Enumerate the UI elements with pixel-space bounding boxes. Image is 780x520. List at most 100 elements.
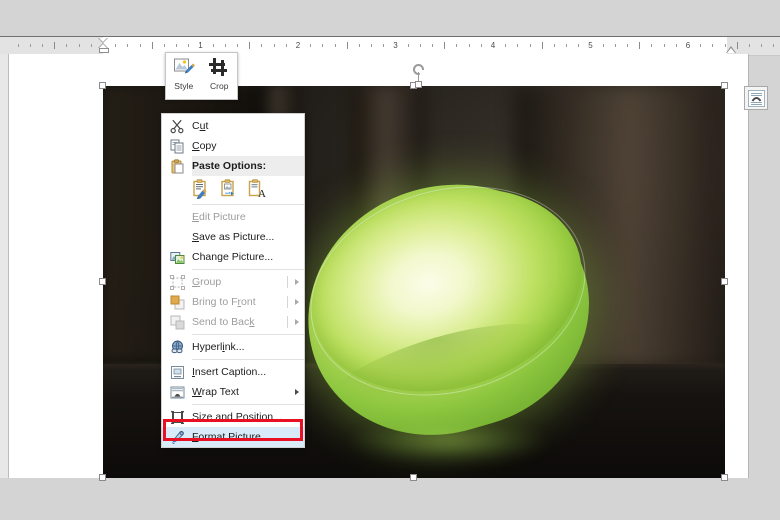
resize-handle-bottom-center[interactable]	[410, 474, 417, 481]
resize-handle-top-left[interactable]	[99, 82, 106, 89]
context-menu-item-group[interactable]: Group	[162, 272, 304, 292]
paste-keep-source-icon[interactable]	[192, 179, 210, 199]
context-menu-separator-1	[192, 204, 304, 205]
ruler-minor-tick	[432, 44, 434, 47]
ruler-minor-tick	[529, 44, 531, 47]
context-menu-separator-3	[192, 334, 304, 335]
context-menu-paste-option-buttons[interactable]: A	[162, 176, 304, 202]
ruler-minor-tick	[748, 44, 750, 47]
ruler-minor-tick	[212, 44, 214, 47]
ruler-half-inch-tick	[151, 42, 153, 49]
mini-toolbar-style-button[interactable]: Style	[166, 53, 202, 99]
ruler-minor-tick	[602, 44, 604, 47]
bring-to-front-icon	[162, 292, 192, 312]
context-menu-separator-2	[192, 269, 304, 270]
context-menu-submenu-divider	[287, 316, 288, 328]
picture-style-icon	[173, 57, 195, 79]
context-menu-item-size-and-position[interactable]: Size and Position...	[162, 407, 304, 427]
mini-toolbar-style-label: Style	[174, 81, 194, 91]
ruler-minor-tick	[42, 44, 44, 47]
resize-handle-middle-right[interactable]	[721, 278, 728, 285]
context-menu-item-hyperlink-label: Hyperlink...	[192, 341, 245, 353]
context-menu-item-bring-to-front[interactable]: Bring to Front	[162, 292, 304, 312]
ruler-half-inch-tick	[639, 42, 641, 49]
resize-handle-bottom-left[interactable]	[99, 474, 106, 481]
group-icon	[162, 272, 192, 292]
context-menu-item-change-picture-label: Change Picture...	[192, 251, 274, 263]
clipboard-icon	[162, 156, 192, 176]
layout-options-button[interactable]	[744, 86, 768, 110]
context-menu-item-format-picture[interactable]: Format Picture...	[162, 427, 304, 447]
context-menu-item-size-and-position-label: Size and Position...	[192, 411, 282, 423]
ruler-minor-tick	[322, 44, 324, 47]
layout-options-icon	[747, 89, 765, 107]
paste-picture-icon[interactable]	[220, 179, 238, 199]
insert-caption-icon	[162, 362, 192, 382]
context-menu-item-hyperlink[interactable]: Hyperlink...	[162, 337, 304, 357]
ruler-minor-tick	[578, 44, 580, 47]
chevron-right-icon	[290, 292, 304, 312]
ruler-half-inch-tick	[541, 42, 543, 49]
chevron-right-icon	[290, 382, 304, 402]
ruler-minor-tick	[188, 44, 190, 47]
context-menu-submenu-divider	[287, 296, 288, 308]
ruler-minor-tick	[17, 44, 19, 47]
ruler-minor-tick	[261, 44, 263, 47]
ruler-minor-tick	[115, 44, 117, 47]
rotate-handle[interactable]	[411, 64, 427, 88]
ruler-minor-tick	[78, 44, 80, 47]
ruler-minor-tick	[675, 44, 677, 47]
context-menu-item-edit-picture[interactable]: Edit Picture	[162, 207, 304, 227]
context-menu-separator-4	[192, 359, 304, 360]
context-menu-item-insert-caption[interactable]: Insert Caption...	[162, 362, 304, 382]
ruler-minor-tick	[566, 44, 568, 47]
document-page[interactable]	[9, 54, 749, 478]
ruler-number-2: 2	[295, 41, 301, 50]
ruler-minor-tick	[419, 44, 421, 47]
context-menu-item-wrap-text[interactable]: Wrap Text	[162, 382, 304, 402]
crop-icon	[208, 57, 230, 79]
ruler-minor-tick	[139, 44, 141, 47]
context-menu-item-change-picture[interactable]: Change Picture...	[162, 247, 304, 267]
ruler-minor-tick	[237, 44, 239, 47]
context-menu-item-bring-to-front-label: Bring to Front	[192, 296, 256, 308]
context-menu-paste-options-label: Paste Options:	[192, 160, 267, 172]
picture-context-menu[interactable]: Cut Copy Paste Options: A Edit Picture S…	[161, 113, 305, 448]
lamp-table-reflection	[319, 424, 579, 478]
context-menu-separator-5	[192, 404, 304, 405]
ruler-number-4: 4	[490, 41, 496, 50]
ruler-minor-tick	[773, 44, 775, 47]
horizontal-ruler[interactable]: 1 2 3 4 5 6	[0, 36, 780, 56]
ruler-minor-tick	[176, 44, 178, 47]
ruler-minor-tick	[456, 44, 458, 47]
vertical-ruler[interactable]	[0, 54, 9, 478]
ruler-minor-tick	[90, 44, 92, 47]
ruler-half-inch-tick	[54, 42, 56, 49]
ruler-minor-tick	[371, 44, 373, 47]
context-menu-submenu-divider	[287, 276, 288, 288]
scissors-icon	[162, 116, 192, 136]
paste-text-only-icon[interactable]: A	[248, 179, 266, 200]
ruler-minor-tick	[468, 44, 470, 47]
picture-mini-toolbar[interactable]: Style Crop	[165, 52, 238, 100]
resize-handle-bottom-right[interactable]	[721, 474, 728, 481]
hyperlink-icon	[162, 337, 192, 357]
ruler-minor-tick	[29, 44, 31, 47]
context-menu-item-cut[interactable]: Cut	[162, 116, 304, 136]
ruler-number-3: 3	[393, 41, 398, 50]
resize-handle-middle-left[interactable]	[99, 278, 106, 285]
left-indent-marker[interactable]	[98, 37, 109, 55]
context-menu-item-send-to-back[interactable]: Send to Back	[162, 312, 304, 332]
mini-toolbar-crop-button[interactable]: Crop	[202, 53, 238, 99]
ruler-half-inch-tick	[736, 42, 738, 49]
resize-handle-top-right[interactable]	[721, 82, 728, 89]
context-menu-item-wrap-text-label: Wrap Text	[192, 386, 239, 398]
context-menu-item-copy-label: Copy	[192, 140, 217, 152]
ruler-minor-tick	[517, 44, 519, 47]
ruler-minor-tick	[480, 44, 482, 47]
context-menu-item-copy[interactable]: Copy	[162, 136, 304, 156]
context-menu-item-cut-label: Cut	[192, 120, 209, 132]
right-indent-marker-inner	[727, 48, 735, 53]
context-menu-item-save-as-picture[interactable]: Save as Picture...	[162, 227, 304, 247]
ruler-minor-tick	[163, 44, 165, 47]
